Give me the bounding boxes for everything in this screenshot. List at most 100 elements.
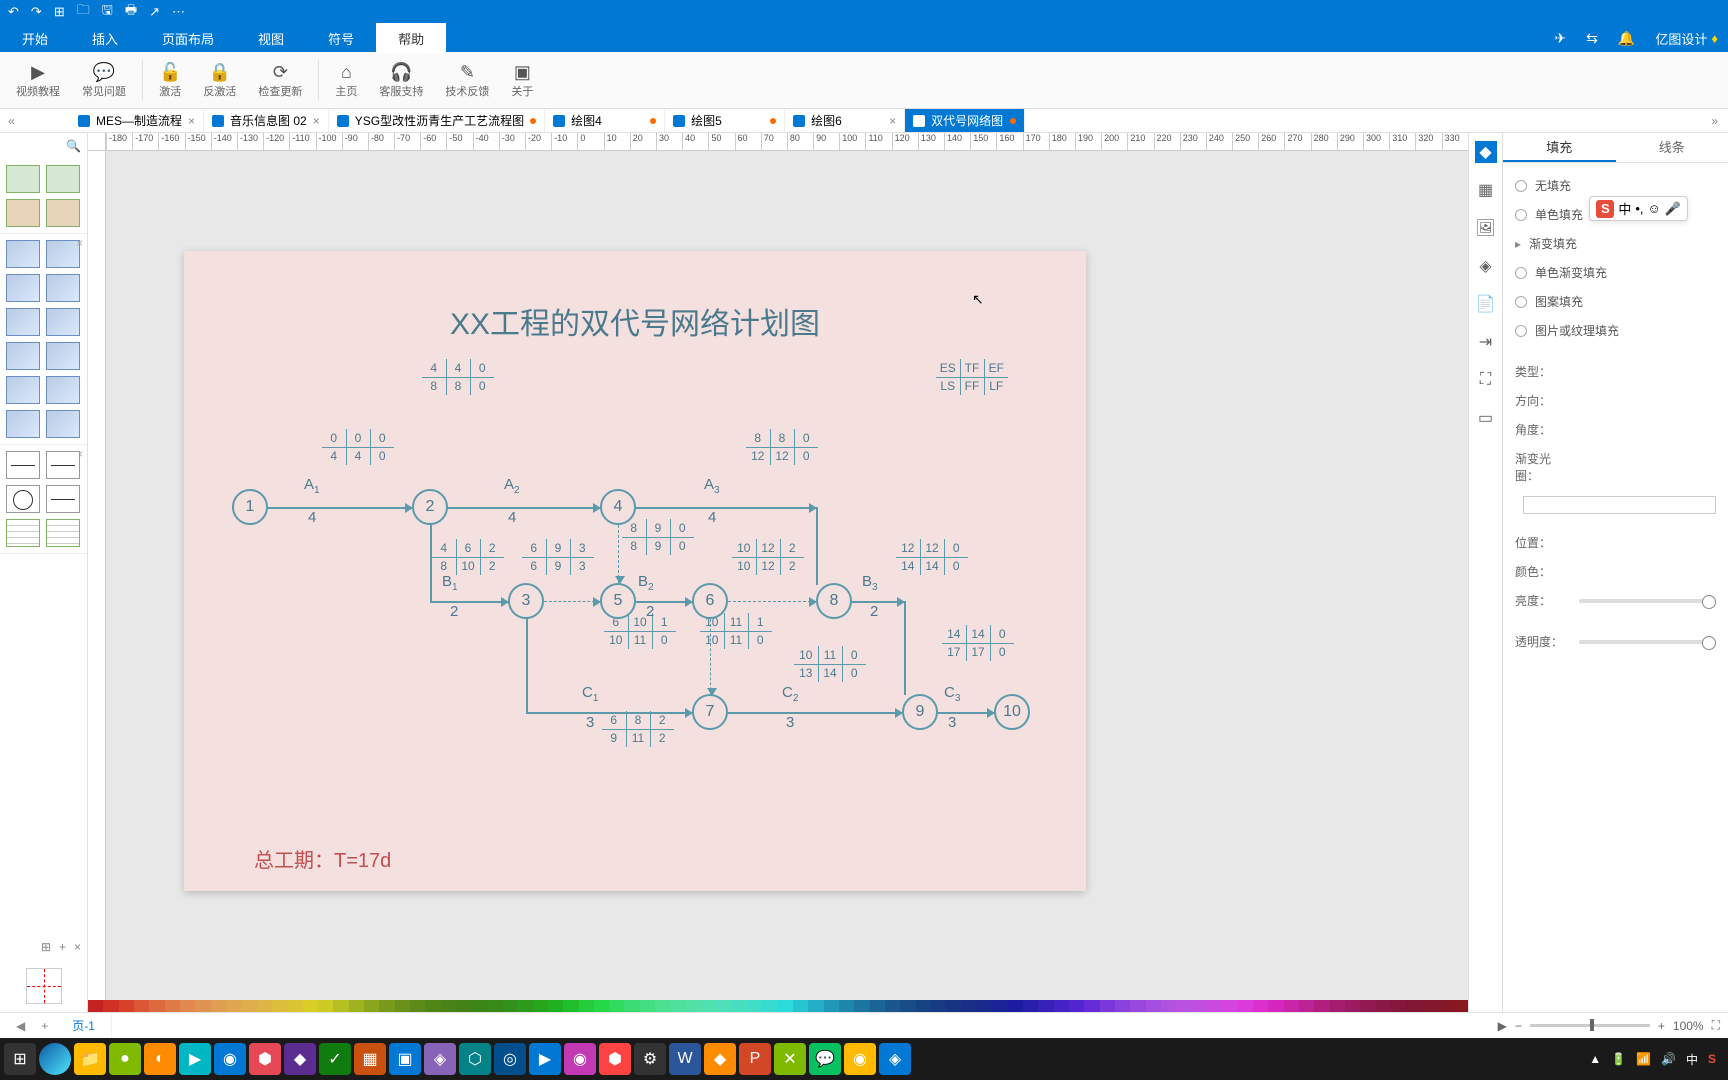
shape-thumb[interactable]	[6, 308, 40, 336]
doc-tab-4[interactable]: 绘图5	[665, 109, 785, 132]
shape-thumb[interactable]	[6, 376, 40, 404]
grid-tool-icon[interactable]: ▦	[1475, 179, 1497, 201]
send-icon[interactable]: ✈	[1544, 30, 1576, 47]
ribbon-about[interactable]: ▣关于	[501, 57, 543, 103]
panel-tab-fill[interactable]: 填充	[1503, 133, 1616, 162]
image-tool-icon[interactable]: 🖼	[1475, 217, 1497, 239]
brand-label[interactable]: 亿图设计♦	[1645, 29, 1728, 48]
shape-line[interactable]	[46, 485, 80, 513]
zoom-in-icon[interactable]: +	[1658, 1019, 1665, 1033]
slide-icon[interactable]: ▭	[1475, 407, 1497, 429]
node-2[interactable]: 2	[412, 489, 448, 525]
page-tab-1[interactable]: 页-1	[56, 1013, 112, 1038]
shape-grid[interactable]	[6, 519, 40, 547]
doc-tab-0[interactable]: MES—制造流程×	[70, 109, 204, 132]
connect-icon[interactable]: ⇥	[1475, 331, 1497, 353]
doc-tab-3[interactable]: 绘图4	[545, 109, 665, 132]
ribbon-update[interactable]: ⟳检查更新	[248, 57, 312, 103]
app-icon[interactable]: ●	[109, 1043, 141, 1075]
app-icon[interactable]: ◈	[424, 1043, 456, 1075]
app-icon[interactable]: ◐	[144, 1043, 176, 1075]
new-icon[interactable]: ⊞	[54, 4, 65, 20]
fill-gradient[interactable]: ▸渐变填充	[1515, 229, 1716, 258]
node-7[interactable]: 7	[692, 694, 728, 730]
expand-tabs-icon[interactable]: »	[1701, 114, 1728, 128]
doc-tab-5[interactable]: 绘图6×	[785, 109, 905, 132]
menu-insert[interactable]: 插入	[70, 23, 140, 54]
fit-icon[interactable]: ⛶	[1712, 1018, 1720, 1033]
bell-icon[interactable]: 🔔	[1608, 30, 1645, 47]
more-icon[interactable]: ⋯	[172, 4, 185, 20]
ribbon-home[interactable]: ⌂主页	[325, 57, 367, 103]
app-icon[interactable]: ✕	[774, 1043, 806, 1075]
ribbon-video[interactable]: ▶视频教程	[6, 57, 70, 103]
app-icon[interactable]: ◈	[879, 1043, 911, 1075]
node-8[interactable]: 8	[816, 583, 852, 619]
ime-toolbar[interactable]: S中•,☺🎤	[1589, 196, 1688, 221]
powerpoint-icon[interactable]: P	[739, 1043, 771, 1075]
menu-layout[interactable]: 页面布局	[140, 23, 236, 54]
shape-thumb[interactable]	[46, 376, 80, 404]
app-icon[interactable]: ⬡	[459, 1043, 491, 1075]
app-icon[interactable]: ◆	[704, 1043, 736, 1075]
wechat-icon[interactable]: 💬	[809, 1043, 841, 1075]
export-icon[interactable]: ↗	[149, 4, 160, 20]
app-icon[interactable]: ⬢	[249, 1043, 281, 1075]
shape-line[interactable]	[6, 451, 40, 479]
zoom-slider[interactable]	[1530, 1024, 1650, 1027]
share-icon[interactable]: ⇆	[1576, 30, 1608, 47]
shape-thumb[interactable]	[6, 342, 40, 370]
app-icon[interactable]: ◎	[494, 1043, 526, 1075]
page-icon[interactable]: 📄	[1475, 293, 1497, 315]
prev-page-icon[interactable]: ◀	[8, 1019, 33, 1033]
ribbon-feedback[interactable]: ✎技术反馈	[435, 57, 499, 103]
node-10[interactable]: 10	[994, 694, 1030, 730]
node-9[interactable]: 9	[902, 694, 938, 730]
app-icon[interactable]: ⬢	[599, 1043, 631, 1075]
node-5[interactable]: 5	[600, 583, 636, 619]
collapse-left-icon[interactable]: «	[8, 114, 15, 128]
menu-view[interactable]: 视图	[236, 23, 306, 54]
menu-help[interactable]: 帮助	[376, 23, 446, 54]
fill-mono-gradient[interactable]: 单色渐变填充	[1515, 258, 1716, 287]
node-6[interactable]: 6	[692, 583, 728, 619]
expand-icon[interactable]: ⛶	[1475, 369, 1497, 391]
close-icon[interactable]: ×	[74, 940, 81, 954]
undo-icon[interactable]: ↶	[8, 4, 19, 20]
print-icon[interactable]: 🖶	[125, 1, 137, 23]
menu-start[interactable]: 开始	[0, 23, 70, 54]
doc-tab-1[interactable]: 音乐信息图 02×	[204, 109, 329, 132]
word-icon[interactable]: W	[669, 1043, 701, 1075]
shape-thumb[interactable]	[46, 274, 80, 302]
doc-tab-6[interactable]: 双代号网络图	[905, 109, 1025, 132]
fill-texture[interactable]: 图片或纹理填充	[1515, 316, 1716, 345]
shape-thumb[interactable]	[6, 410, 40, 438]
shape-thumb[interactable]	[46, 199, 80, 227]
ribbon-support[interactable]: 🎧客服支持	[369, 57, 433, 103]
color-palette[interactable]	[88, 1000, 1468, 1012]
app-icon[interactable]: ▣	[389, 1043, 421, 1075]
shape-thumb[interactable]	[46, 165, 80, 193]
shape-thumb[interactable]	[6, 165, 40, 193]
app-icon[interactable]: ✓	[319, 1043, 351, 1075]
shape-thumb[interactable]	[46, 410, 80, 438]
save-icon[interactable]: 🖫	[102, 1, 113, 23]
node-1[interactable]: 1	[232, 489, 268, 525]
canvas[interactable]: -180-170-160-150-140-130-120-110-100-90-…	[88, 133, 1468, 1012]
add-library-icon[interactable]: ⊞	[41, 940, 51, 954]
shape-thumb[interactable]	[6, 240, 40, 268]
shape-grid[interactable]	[46, 519, 80, 547]
search-icon[interactable]: 🔍	[0, 133, 87, 159]
app-icon[interactable]: ◆	[284, 1043, 316, 1075]
app-icon[interactable]: ◉	[844, 1043, 876, 1075]
shape-circle[interactable]	[6, 485, 40, 513]
ribbon-faq[interactable]: 💬常见问题	[72, 57, 136, 103]
app-icon[interactable]: ▶	[529, 1043, 561, 1075]
gradient-preview[interactable]	[1523, 496, 1716, 514]
gear-icon[interactable]: ⚙	[634, 1043, 666, 1075]
shape-line[interactable]	[46, 451, 80, 479]
add-page-icon[interactable]: +	[33, 1019, 56, 1033]
zoom-out-icon[interactable]: −	[1515, 1019, 1522, 1033]
start-icon[interactable]: ⊞	[4, 1043, 36, 1075]
node-3[interactable]: 3	[508, 583, 544, 619]
